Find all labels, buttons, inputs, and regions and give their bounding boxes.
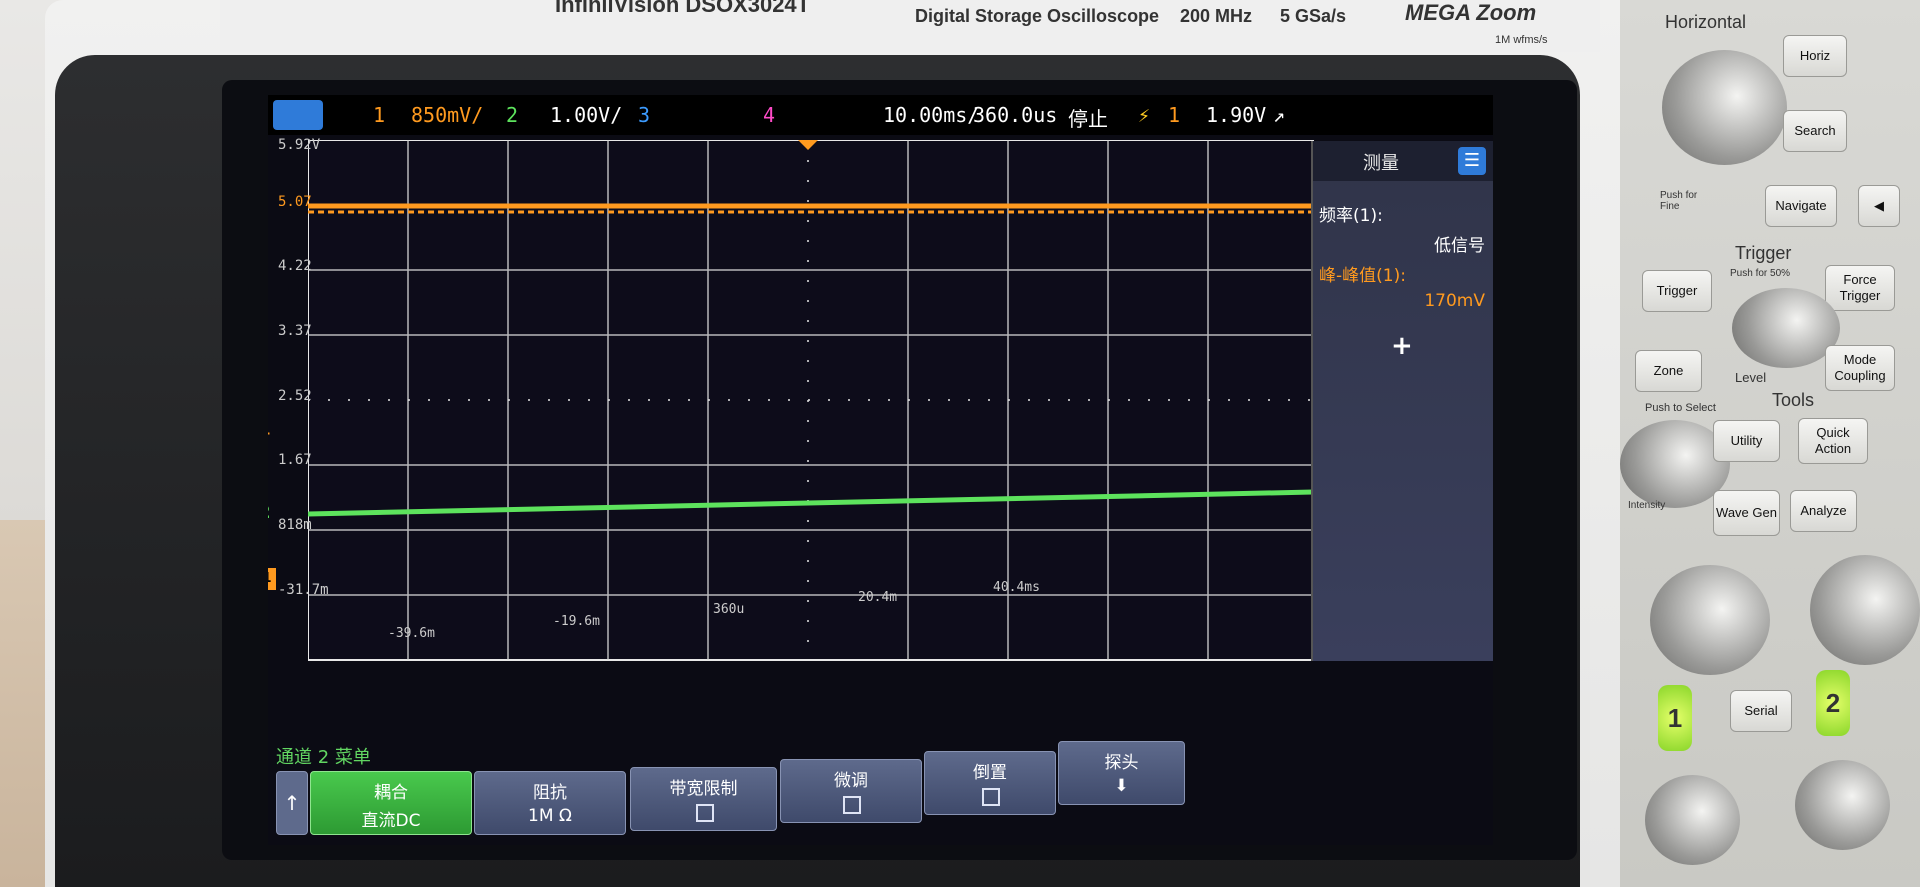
intensity-label: Intensity (1628, 500, 1666, 511)
scope-display: 1 850mV/ 2 1.00V/ 3 4 10.00ms/ 360.0us 停… (268, 95, 1493, 845)
ch4-number[interactable]: 4 (763, 103, 775, 127)
coupling-value: 直流DC (361, 811, 421, 831)
ch3-number[interactable]: 3 (638, 103, 650, 127)
back-icon[interactable]: ↑ (276, 771, 308, 835)
ch2-position-knob[interactable] (1795, 760, 1890, 850)
impedance-label: 阻抗 (533, 783, 567, 803)
wave-gen-button[interactable]: Wave Gen (1713, 490, 1780, 536)
x-axis-label-2: -19.6m (553, 614, 600, 629)
horiz-button[interactable]: Horiz (1783, 35, 1847, 77)
channel-menu-title: 通道 2 菜单 (276, 747, 371, 768)
sample-rate-label: 5 GSa/s (1280, 6, 1347, 26)
utility-button[interactable]: Utility (1713, 420, 1780, 462)
ch1-ground-marker[interactable]: 1 (268, 568, 276, 590)
tools-section-label: Tools (1772, 390, 1815, 410)
y-axis-label-2: 5.07 (278, 194, 312, 210)
push-fine-label: Push for Fine (1660, 190, 1698, 212)
probe-arrow-icon: ⬇ (1114, 776, 1129, 796)
quick-action-button[interactable]: Quick Action (1798, 418, 1868, 464)
push-select-label: Push to Select (1645, 402, 1716, 414)
invert-checkbox[interactable] (982, 788, 1000, 806)
pp-label: 峰-峰值(1): (1319, 266, 1406, 286)
ch2-scale-knob[interactable] (1810, 555, 1920, 665)
impedance-value: 1M Ω (528, 806, 572, 826)
search-button[interactable]: Search (1783, 110, 1847, 152)
y-axis-label-3: 4.22 (278, 258, 312, 274)
serial-button[interactable]: Serial (1730, 690, 1792, 732)
invert-label: 倒置 (973, 763, 1007, 783)
megazoom-sub: 1M wfms/s (1495, 34, 1548, 46)
description-label: Digital Storage Oscilloscope (915, 6, 1160, 26)
status-bar: 1 850mV/ 2 1.00V/ 3 4 10.00ms/ 360.0us 停… (268, 95, 1493, 135)
navigate-button[interactable]: Navigate (1765, 185, 1837, 227)
horizontal-scale-knob[interactable] (1662, 50, 1787, 165)
ch1-scale-knob[interactable] (1650, 565, 1770, 675)
impedance-softkey[interactable]: 阻抗 1M Ω (474, 771, 626, 835)
y-axis-label-6: 1.67 (278, 452, 312, 468)
force-trigger-button[interactable]: Force Trigger (1825, 265, 1895, 311)
ch2-scale[interactable]: 1.00V/ (550, 103, 622, 127)
coupling-softkey[interactable]: 耦合 直流DC (310, 771, 472, 835)
ch1-scale[interactable]: 850mV/ (411, 103, 483, 127)
measurement-panel: 测量 ☰ 频率(1): 低信号 峰-峰值(1): 170mV + (1311, 141, 1493, 661)
ch1-position-knob[interactable] (1645, 775, 1740, 865)
bw-limit-softkey[interactable]: 带宽限制 (630, 767, 777, 831)
x-axis-label-3: 360u (713, 602, 745, 617)
trigger-button[interactable]: Trigger (1642, 270, 1712, 312)
trigger-edge-icon: ↗ (1273, 103, 1286, 127)
waveform-area (308, 140, 1314, 661)
run-state: 停止 (1068, 107, 1108, 131)
coupling-label: 耦合 (374, 783, 408, 803)
fine-softkey[interactable]: 微调 (780, 759, 922, 823)
freq-value: 低信号 (1434, 236, 1485, 256)
measurement-title: 测量 (1363, 153, 1399, 174)
analyze-button[interactable]: Analyze (1790, 490, 1857, 532)
zone-button[interactable]: Zone (1635, 350, 1702, 392)
timebase[interactable]: 10.00ms/ (883, 103, 979, 127)
y-axis-label-1: 5.92V (278, 137, 321, 153)
probe-label: 探头 (1104, 753, 1139, 773)
fine-label: 微调 (834, 771, 868, 791)
trigger-icon: ⚡ (1138, 103, 1151, 127)
front-control-panel: Horizontal Horiz Search Push for Fine Na… (1620, 0, 1920, 887)
trigger-level-knob[interactable] (1732, 288, 1840, 368)
pp-value: 170mV (1424, 291, 1485, 311)
x-axis-label-1: -39.6m (388, 626, 435, 641)
trigger-level-marker[interactable]: T (268, 431, 270, 447)
invert-softkey[interactable]: 倒置 (924, 751, 1056, 815)
delay[interactable]: 360.0us (973, 103, 1057, 127)
bw-limit-checkbox[interactable] (695, 804, 714, 822)
brand-strip: InfiniiVision DSOX3024T Digital Storage … (220, 0, 1600, 52)
y-axis-label-5: 2.52 (278, 388, 312, 404)
mode-coupling-button[interactable]: Mode Coupling (1825, 345, 1895, 391)
megazoom-logo: MEGA Zoom (1405, 0, 1537, 25)
model-label: InfiniiVision DSOX3024T (555, 0, 811, 17)
bw-limit-label: 带宽限制 (669, 779, 738, 799)
channel-menu-icon[interactable] (273, 100, 323, 130)
horizontal-section-label: Horizontal (1665, 12, 1747, 32)
x-axis-label-4: 20.4m (858, 590, 898, 605)
trigger-section-label: Trigger (1735, 243, 1792, 263)
ch2-button[interactable]: 2 (1816, 670, 1850, 736)
x-axis-label-5: 40.4ms (993, 580, 1040, 595)
push-50-label: Push for 50% (1730, 268, 1791, 279)
trigger-level: 1.90V (1206, 103, 1267, 127)
ch2-number[interactable]: 2 (506, 103, 518, 127)
nav-back-button[interactable]: ◀ (1858, 185, 1900, 227)
add-measurement-icon[interactable]: + (1391, 331, 1413, 361)
trigger-source: 1 (1168, 103, 1181, 127)
freq-label: 频率(1): (1319, 206, 1383, 226)
graticule: 5.92V 5.07 4.22 3.37 2.52 1.67 818m -31.… (268, 137, 1373, 740)
probe-softkey[interactable]: 探头 ⬇ (1058, 741, 1185, 805)
bandwidth-label: 200 MHz (1180, 6, 1253, 26)
y-axis-label-7: 818m (278, 517, 312, 533)
measurement-menu-icon[interactable]: ☰ (1458, 147, 1486, 175)
level-label: Level (1735, 370, 1767, 385)
ch1-button[interactable]: 1 (1658, 685, 1692, 751)
y-axis-label-4: 3.37 (278, 323, 312, 339)
ch2-ground-marker[interactable]: 2 (268, 502, 271, 523)
fine-checkbox[interactable] (843, 796, 861, 814)
y-axis-label-8: -31.7m (278, 582, 329, 598)
ch1-number[interactable]: 1 (373, 103, 385, 127)
